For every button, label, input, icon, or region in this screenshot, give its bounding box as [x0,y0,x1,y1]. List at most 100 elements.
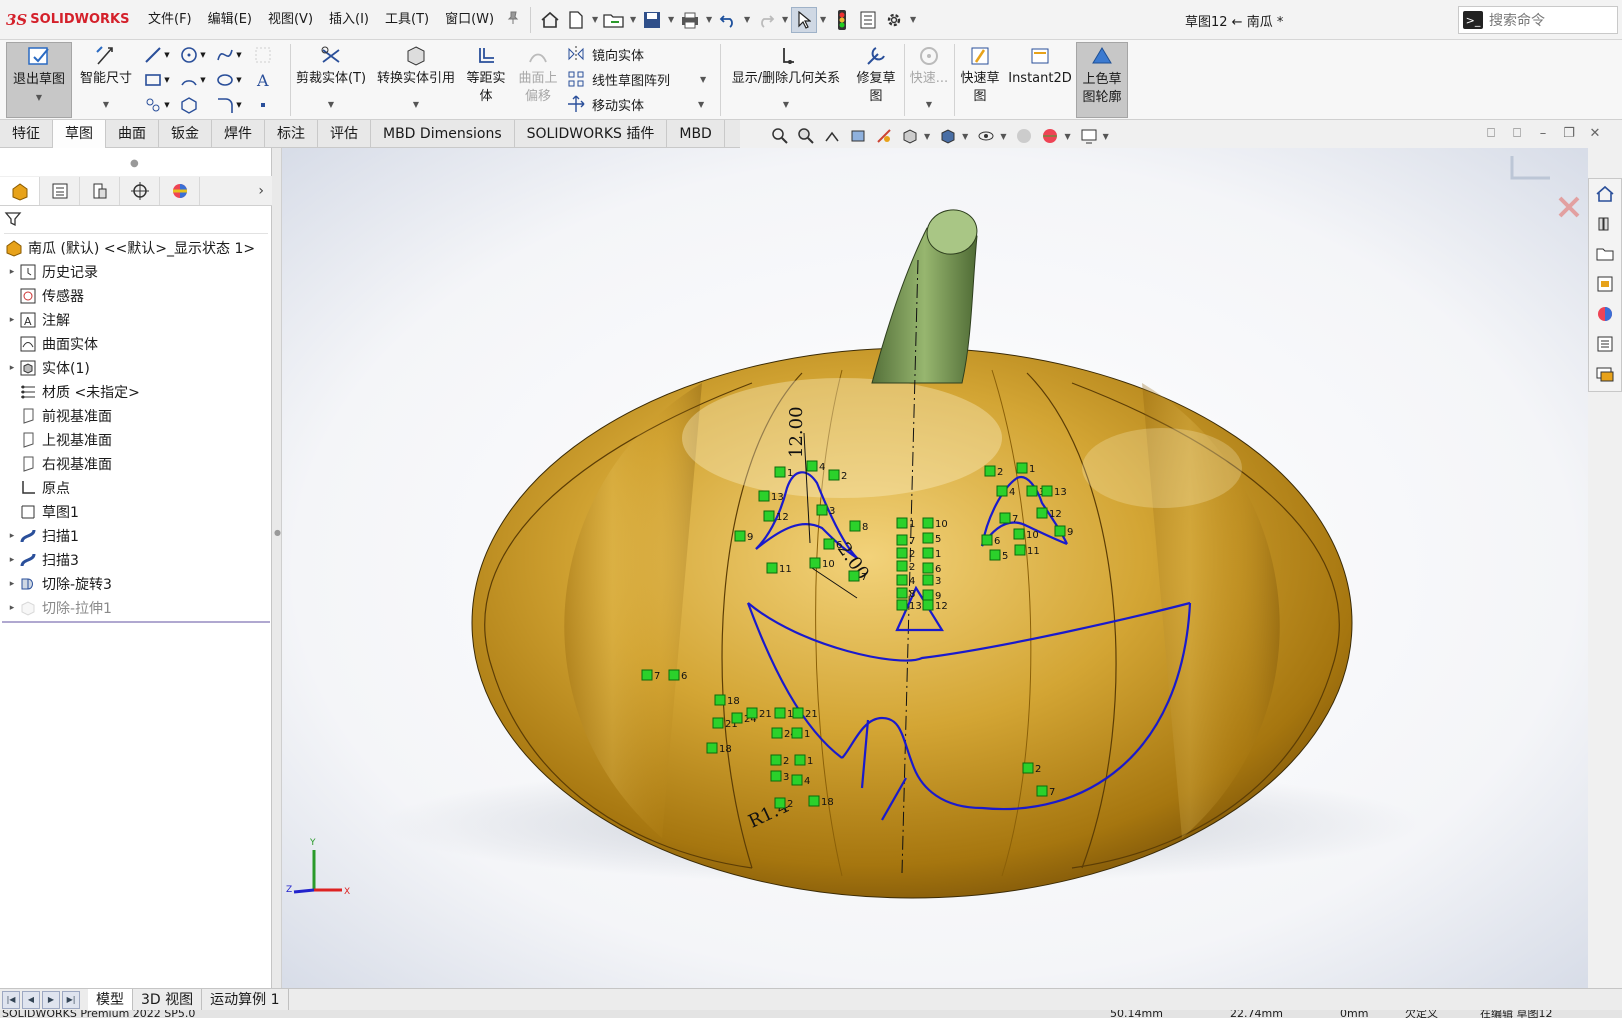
restore-icon[interactable]: ❐ [1556,126,1582,141]
chevron-down-icon[interactable]: ▼ [817,15,829,24]
expand-arrow-icon[interactable]: ▸ [6,267,18,277]
relation-marker[interactable] [922,589,934,601]
tree-item[interactable]: 材质 <未指定> [0,380,272,404]
relation-marker[interactable] [731,712,743,724]
chevron-down-icon[interactable]: ▼ [924,132,930,141]
relation-marker[interactable] [734,530,746,542]
rapid-sketch-button[interactable]: 快速草图 [956,42,1004,106]
polygon-icon[interactable] [178,94,200,116]
chevron-down-icon[interactable]: ▼ [1000,132,1006,141]
tab-weldments[interactable]: 焊件 [212,120,265,148]
relation-marker[interactable] [706,742,718,754]
display-relations-button[interactable]: 显示/删除几何关系 ▼ [724,42,848,114]
relation-marker[interactable] [896,517,908,529]
configuration-manager-tab-icon[interactable] [80,176,120,205]
tile-right-icon[interactable]: ⎕ [1504,126,1530,141]
relation-marker[interactable] [1014,544,1026,556]
relation-marker[interactable] [896,599,908,611]
chevron-down-icon[interactable]: ▼ [234,94,244,116]
relation-marker[interactable] [791,727,803,739]
app-logo[interactable]: 3S SOLIDWORKS [0,11,140,29]
chevron-down-icon[interactable]: ▼ [926,96,932,114]
menu-window[interactable]: 窗口(W) [437,0,502,40]
tree-item[interactable]: ▸ 历史记录 [0,260,272,284]
select-cursor-icon[interactable] [791,6,818,33]
tree-item[interactable]: 传感器 [0,284,272,308]
chevron-down-icon[interactable]: ▼ [783,96,789,114]
relation-marker[interactable] [771,727,783,739]
chevron-down-icon[interactable]: ▼ [1103,132,1109,141]
relation-marker[interactable] [774,707,786,719]
open-folder-icon[interactable] [601,7,627,33]
tab-solidworks-addins[interactable]: SOLIDWORKS 插件 [515,120,668,148]
tab-surfaces[interactable]: 曲面 [106,120,159,148]
dimension-12[interactable]: 12.00 [786,406,807,458]
relation-marker[interactable] [792,707,804,719]
file-properties-icon[interactable] [855,7,881,33]
menu-view[interactable]: 视图(V) [260,0,321,40]
relation-marker[interactable] [1036,785,1048,797]
menu-file[interactable]: 文件(F) [140,0,200,40]
relation-marker[interactable] [1013,528,1025,540]
shaded-sketch-contours-button[interactable]: 上色草图轮廓 [1076,42,1128,118]
relation-marker[interactable] [922,562,934,574]
tree-item[interactable]: ▸ 实体(1) [0,356,272,380]
file-explorer-icon[interactable] [1589,239,1621,269]
chevron-down-icon[interactable]: ▼ [962,132,968,141]
relation-marker[interactable] [770,770,782,782]
search-input[interactable]: >_ 搜索命令 [1458,6,1618,34]
tree-item[interactable]: ▸ 扫描3 [0,548,272,572]
relation-marker[interactable] [766,562,778,574]
relation-marker[interactable] [896,547,908,559]
rebuild-icon[interactable] [829,7,855,33]
circle-icon[interactable] [178,44,200,66]
mirror-entities-button[interactable]: 镜向实体 [566,42,644,66]
next-tab-icon[interactable]: ▶ [42,990,60,1009]
rectangle-icon[interactable] [142,69,164,91]
chevron-down-icon[interactable]: ▼ [700,75,706,84]
relation-marker[interactable] [714,694,726,706]
menu-insert[interactable]: 插入(I) [321,0,377,40]
relation-marker[interactable] [922,599,934,611]
chevron-down-icon[interactable]: ▼ [198,69,208,91]
chevron-down-icon[interactable]: ▼ [198,44,208,66]
tree-item[interactable]: ▸ 切除-旋转3 [0,572,272,596]
relation-marker[interactable] [999,512,1011,524]
tab-motion-study[interactable]: 运动算例 1 [202,988,289,1011]
relation-marker[interactable] [1022,762,1034,774]
previous-view-icon[interactable] [820,125,844,147]
chevron-down-icon[interactable]: ▼ [907,15,919,24]
relation-marker[interactable] [763,510,775,522]
redo-icon[interactable] [753,7,779,33]
section-view-icon[interactable] [846,125,870,147]
feature-manager-tab-icon[interactable] [0,176,40,205]
tree-item[interactable]: 草图1 [0,500,272,524]
tab-sketch[interactable]: 草图 [53,120,106,148]
chevron-down-icon[interactable]: ▼ [103,96,109,114]
relation-marker[interactable] [668,669,680,681]
chevron-down-icon[interactable]: ▼ [36,89,42,107]
tree-item[interactable]: 前视基准面 [0,404,272,428]
property-manager-tab-icon[interactable] [40,176,80,205]
chevron-down-icon[interactable]: ▼ [162,94,172,116]
chevron-down-icon[interactable]: ▼ [162,69,172,91]
first-tab-icon[interactable]: |◀ [2,990,20,1009]
relation-marker[interactable] [984,465,996,477]
save-icon[interactable] [639,7,665,33]
expand-arrow-icon[interactable]: ▸ [6,363,18,373]
relation-marker[interactable] [770,754,782,766]
dimxpert-manager-tab-icon[interactable] [120,176,160,205]
instant2d-button[interactable]: Instant2D [1008,42,1072,88]
chevron-right-icon[interactable]: › [258,183,264,199]
tab-markup[interactable]: 标注 [265,120,318,148]
chevron-down-icon[interactable]: ▼ [779,15,791,24]
relation-marker[interactable] [922,532,934,544]
relation-marker[interactable] [641,669,653,681]
display-manager-tab-icon[interactable] [160,176,200,205]
chevron-down-icon[interactable]: ▼ [627,15,639,24]
relation-marker[interactable] [808,795,820,807]
new-document-icon[interactable] [563,7,589,33]
display-style-icon[interactable] [936,125,960,147]
relation-marker[interactable] [849,520,861,532]
tree-item[interactable]: ▸ A 注解 [0,308,272,332]
